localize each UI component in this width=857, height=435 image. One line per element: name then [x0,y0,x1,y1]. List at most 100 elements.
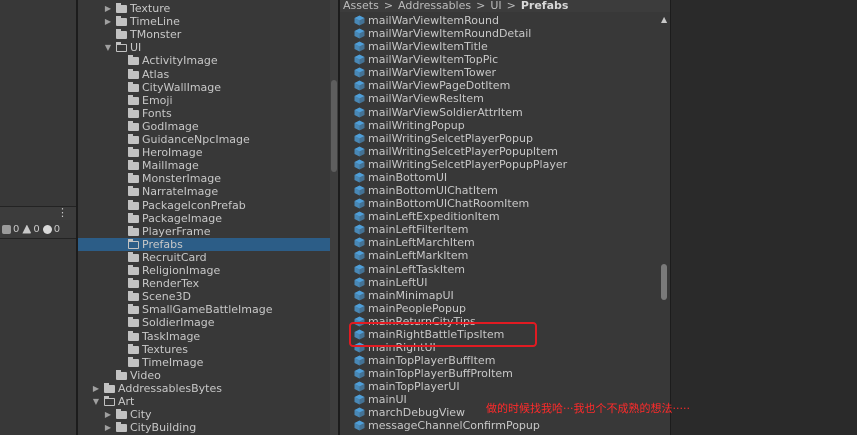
breadcrumb-separator: > [383,0,394,12]
tree-item-packageiconprefab[interactable]: PackageIconPrefab [78,199,330,212]
prefab-cube-icon [354,41,365,52]
warning-count[interactable]: 0 [22,224,40,235]
file-item-label: mainLeftTaskItem [368,262,465,276]
folder-icon [116,409,127,420]
tree-item-tmonster[interactable]: TMonster [78,28,330,41]
tree-item-label: NarrateImage [142,185,219,199]
tree-item-playerframe[interactable]: PlayerFrame [78,225,330,238]
scroll-up-icon[interactable]: ▲ [661,15,667,24]
breadcrumb-separator: > [506,0,516,12]
chevron-right-icon[interactable]: ▶ [104,15,112,28]
folder-icon [128,251,139,262]
chevron-right-icon[interactable]: ▶ [104,2,112,15]
inspector-panel [670,0,857,435]
tree-item-citywallimage[interactable]: CityWallImage [78,81,330,94]
tree-item-heroimage[interactable]: HeroImage [78,146,330,159]
prefab-cube-icon [354,250,365,261]
breadcrumb-item[interactable]: Assets [343,0,379,12]
tree-item-city[interactable]: ▶ City [78,408,330,421]
folder-icon [128,317,139,328]
prefab-cube-icon [354,277,365,288]
tree-item-soldierimage[interactable]: SoldierImage [78,316,330,329]
tree-item-emoji[interactable]: Emoji [78,94,330,107]
tree-item-prefabs[interactable]: Prefabs [78,237,330,251]
tree-item-fonts[interactable]: Fonts [78,107,330,120]
prefab-cube-icon [354,133,365,144]
file-item-label: mainLeftMarchItem [368,236,475,250]
tree-item-citybuilding[interactable]: ▶ CityBuilding [78,421,330,434]
breadcrumb: Assets > Addressables > UI > Prefabs [340,0,670,12]
tree-item-texture[interactable]: ▶ Texture [78,2,330,15]
folder-tree-scrollbar[interactable] [330,0,338,435]
tree-item-activityimage[interactable]: ActivityImage [78,54,330,67]
error-count[interactable]: 0 [42,224,60,235]
file-item-label: mainLeftFilterItem [368,223,469,237]
breadcrumb-current: Prefabs [520,0,569,12]
tree-item-label: City [130,408,152,422]
tree-item-religionimage[interactable]: ReligionImage [78,264,330,277]
tree-item-label: Scene3D [142,290,192,304]
tree-item-rendertex[interactable]: RenderTex [78,277,330,290]
tree-item-label: Texture [130,2,171,15]
file-item-label: mailWarViewItemRound [368,14,499,27]
tree-item-atlas[interactable]: Atlas [78,68,330,81]
breadcrumb-item[interactable]: Addressables [398,0,471,12]
file-item-label: mailWarViewItemRoundDetail [368,27,532,41]
tree-item-label: PlayerFrame [142,224,211,238]
tree-item-video[interactable]: Video [78,369,330,382]
info-count[interactable]: 0 [2,224,19,235]
breadcrumb-separator: > [476,0,486,12]
tree-item-timeimage[interactable]: TimeImage [78,356,330,369]
tree-item-recruitcard[interactable]: RecruitCard [78,251,330,264]
folder-tree-scroll-thumb[interactable] [331,80,337,172]
folder-icon [128,81,139,92]
prefab-cube-icon [354,159,365,170]
tree-item-label: SmallGameBattleImage [142,303,273,317]
console-menu-icon[interactable]: ⋮ [57,206,68,219]
tree-item-label: Art [118,395,135,408]
tree-item-mailimage[interactable]: MailImage [78,159,330,172]
tree-item-packageimage[interactable]: PackageImage [78,212,330,225]
file-item-label: mailWarViewSoldierAttrItem [368,105,523,119]
folder-icon [128,68,139,79]
folder-icon [128,304,139,315]
tree-item-smallgamebattleimage[interactable]: SmallGameBattleImage [78,303,330,316]
tree-item-ui[interactable]: ▼ UI [78,41,330,54]
prefab-cube-icon [354,355,365,366]
prefab-cube-icon [354,185,365,196]
prefab-cube-icon [354,381,365,392]
tree-item-monsterimage[interactable]: MonsterImage [78,172,330,185]
console-counts: 0 0 0 [0,220,78,239]
file-item-label: mailWritingSelcetPlayerPopupPlayer [368,157,568,171]
prefab-cube-icon [354,146,365,157]
tree-item-scene3d[interactable]: Scene3D [78,290,330,303]
tree-item-art[interactable]: ▼ Art [78,395,330,408]
tree-item-label: RenderTex [142,277,200,291]
prefab-cube-icon [354,237,365,248]
tree-item-godimage[interactable]: GodImage [78,120,330,133]
chevron-right-icon[interactable]: ▶ [104,421,112,434]
file-item-label: mainLeftUI [368,275,428,289]
tree-item-addressablesbytes[interactable]: ▶ AddressablesBytes [78,382,330,395]
breadcrumb-item[interactable]: UI [490,0,501,12]
chevron-right-icon[interactable]: ▶ [104,408,112,421]
folder-icon [128,120,139,131]
tree-item-taskimage[interactable]: TaskImage [78,330,330,343]
tree-item-textures[interactable]: Textures [78,343,330,356]
tree-item-label: SoldierImage [142,316,215,330]
folder-tree: ▶ Texture ▶ TimeLine TMonster ▼ UI ActivityImag… [78,0,330,435]
chevron-down-icon[interactable]: ▼ [92,395,100,408]
file-list-scroll-thumb[interactable] [661,264,667,300]
folder-icon [116,422,127,433]
prefab-cube-icon [354,407,365,418]
chevron-right-icon[interactable]: ▶ [92,382,100,395]
tree-item-narrateimage[interactable]: NarrateImage [78,185,330,198]
chevron-down-icon[interactable]: ▼ [104,41,112,54]
file-item-label: mainLeftExpeditionItem [368,210,500,224]
tree-item-guidancenpcimage[interactable]: GuidanceNpcImage [78,133,330,146]
file-item-label: mailWarViewItemTower [368,66,497,80]
folder-icon [128,134,139,144]
tree-item-label: Fonts [142,106,172,120]
file-item-label: messageChannelConfirmPopup [368,419,540,433]
tree-item-timeline[interactable]: ▶ TimeLine [78,15,330,28]
